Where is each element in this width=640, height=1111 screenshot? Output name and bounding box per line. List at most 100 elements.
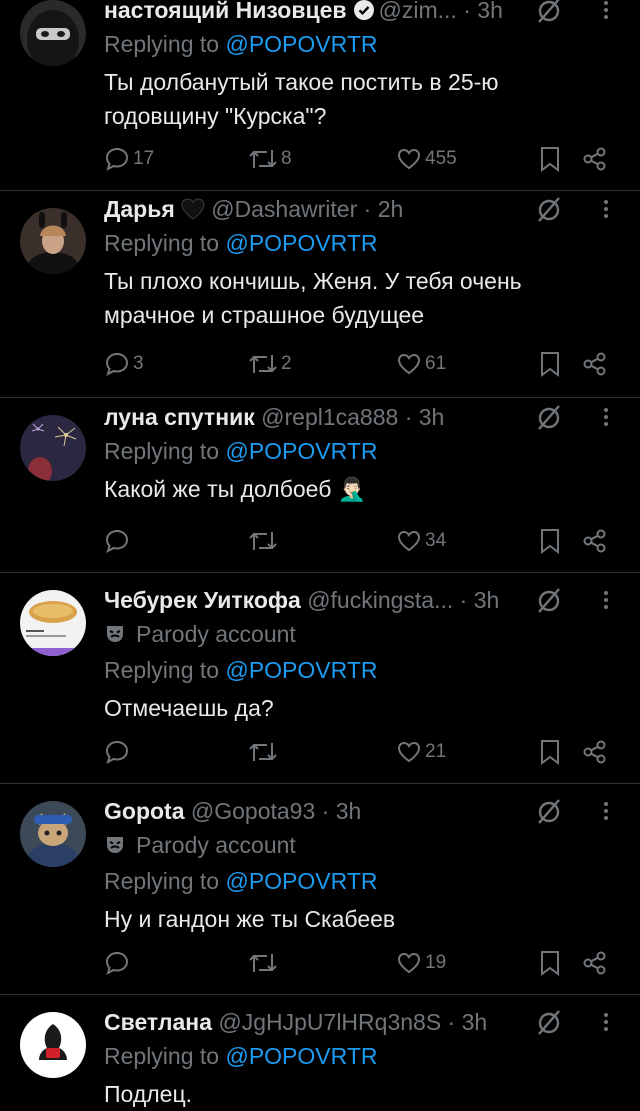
share-button[interactable]: [582, 349, 608, 379]
reply-icon: [105, 951, 129, 976]
reply-tweet[interactable]: Светлана @JgHJpU7lHRq3n8S · 3h Replying …: [0, 995, 640, 1110]
grok-icon[interactable]: [534, 586, 566, 616]
repost-button[interactable]: [248, 948, 281, 978]
timestamp[interactable]: · 3h: [448, 1009, 488, 1035]
share-icon: [583, 352, 606, 376]
reply-button[interactable]: 17: [104, 144, 154, 174]
reply-button[interactable]: [104, 948, 133, 978]
mention-link[interactable]: @POPOVRTR: [225, 31, 377, 57]
reply-button[interactable]: 3: [104, 349, 144, 379]
parody-label: Parody account: [104, 616, 640, 652]
bookmark-button[interactable]: [538, 737, 562, 767]
grok-icon[interactable]: [534, 195, 566, 225]
share-button[interactable]: [582, 526, 608, 556]
user-handle[interactable]: @repl1ca888: [261, 404, 398, 430]
user-handle[interactable]: @zim...: [379, 0, 457, 23]
reply-button[interactable]: [104, 526, 133, 556]
tweet-header: Светлана @JgHJpU7lHRq3n8S · 3h: [104, 1006, 640, 1038]
bookmark-icon: [541, 352, 559, 377]
display-name[interactable]: настоящий Низовцев: [104, 0, 347, 23]
repost-count: 2: [281, 353, 292, 374]
more-options-icon[interactable]: [596, 401, 616, 433]
timestamp[interactable]: · 3h: [463, 0, 503, 23]
tweet-text: Отмечаешь да?: [104, 695, 274, 721]
grok-icon[interactable]: [534, 0, 566, 26]
grok-icon[interactable]: [534, 403, 566, 433]
share-icon: [583, 529, 606, 553]
repost-icon: [249, 743, 277, 761]
mention-link[interactable]: @POPOVRTR: [225, 868, 377, 894]
like-count: 61: [425, 353, 447, 374]
reply-icon: [105, 352, 129, 377]
reply-count: 17: [133, 148, 155, 169]
like-button[interactable]: 34: [396, 526, 446, 556]
reply-tweet[interactable]: Gopota @Gopota93 · 3h Parody account Rep…: [0, 784, 640, 995]
repost-button[interactable]: [248, 737, 281, 767]
share-button[interactable]: [582, 737, 608, 767]
repost-count: 8: [281, 148, 292, 169]
share-button[interactable]: [582, 144, 608, 174]
bookmark-button[interactable]: [538, 349, 562, 379]
display-name[interactable]: Чебурек Уиткофа: [104, 587, 301, 613]
repost-button[interactable]: 8: [248, 144, 292, 174]
avatar[interactable]: [20, 208, 86, 274]
more-options-icon[interactable]: [596, 795, 616, 827]
tweet-text: Ну и гандон же ты Скабеев: [104, 906, 396, 932]
avatar[interactable]: [20, 1012, 86, 1078]
like-button[interactable]: 19: [396, 948, 446, 978]
reply-tweet[interactable]: Чебурек Уиткофа @fuckingsta... · 3h Paro…: [0, 573, 640, 784]
more-options-icon[interactable]: [596, 1006, 616, 1038]
display-name[interactable]: луна спутник: [104, 404, 255, 430]
like-count: 21: [425, 741, 447, 762]
more-options-icon[interactable]: [596, 0, 616, 26]
tweet-header: Дарья @Dashawriter · 2h: [104, 193, 640, 225]
heart-icon: [397, 530, 421, 552]
like-button[interactable]: 61: [396, 349, 446, 379]
bookmark-button[interactable]: [538, 144, 562, 174]
like-button[interactable]: 21: [396, 737, 446, 767]
parody-label: Parody account: [104, 827, 640, 863]
replying-to: Replying to @POPOVRTR: [104, 31, 378, 57]
bookmark-button[interactable]: [538, 526, 562, 556]
more-options-icon[interactable]: [596, 193, 616, 225]
reply-button[interactable]: [104, 737, 133, 767]
avatar[interactable]: [20, 415, 86, 481]
cheburek-avatar-image: [20, 590, 86, 656]
avatar[interactable]: [20, 0, 86, 66]
more-options-icon[interactable]: [596, 584, 616, 616]
display-name[interactable]: Дарья: [104, 196, 175, 222]
avatar[interactable]: [20, 801, 86, 867]
timestamp[interactable]: · 3h: [405, 404, 445, 430]
avatar[interactable]: [20, 590, 86, 656]
bookmark-icon: [541, 951, 559, 976]
mention-link[interactable]: @POPOVRTR: [225, 657, 377, 683]
balaclava-avatar-image: [20, 0, 86, 66]
user-handle[interactable]: @JgHJpU7lHRq3n8S: [218, 1009, 441, 1035]
grok-icon[interactable]: [534, 1008, 566, 1038]
user-handle[interactable]: @fuckingsta...: [307, 587, 453, 613]
reply-tweet[interactable]: настоящий Низовцев @zim... · 3h Replying …: [0, 0, 640, 191]
timestamp[interactable]: · 2h: [364, 196, 404, 222]
fireworks-avatar-image: [20, 415, 86, 481]
display-name[interactable]: Gopota: [104, 798, 185, 824]
user-handle[interactable]: @Gopota93: [191, 798, 315, 824]
reply-tweet[interactable]: луна спутник @repl1ca888 · 3h Replying t…: [0, 398, 640, 573]
share-button[interactable]: [582, 948, 608, 978]
display-name[interactable]: Светлана: [104, 1009, 212, 1035]
user-handle[interactable]: @Dashawriter: [211, 196, 357, 222]
mention-link[interactable]: @POPOVRTR: [225, 438, 377, 464]
bookmark-button[interactable]: [538, 948, 562, 978]
bookmark-icon: [541, 147, 559, 172]
grok-icon[interactable]: [534, 797, 566, 827]
reply-tweet[interactable]: Дарья @Dashawriter · 2h Replying to @POP…: [0, 191, 640, 398]
tweet-text: Ты долбанутый такое постить в 25-ю годовщ…: [104, 69, 499, 129]
repost-button[interactable]: 2: [248, 349, 292, 379]
mention-link[interactable]: @POPOVRTR: [225, 230, 377, 256]
share-icon: [583, 740, 606, 764]
timestamp[interactable]: · 3h: [322, 798, 362, 824]
timestamp[interactable]: · 3h: [460, 587, 500, 613]
repost-button[interactable]: [248, 526, 281, 556]
tweet-header: луна спутник @repl1ca888 · 3h: [104, 401, 640, 433]
mention-link[interactable]: @POPOVRTR: [225, 1043, 377, 1069]
like-button[interactable]: 455: [396, 144, 457, 174]
